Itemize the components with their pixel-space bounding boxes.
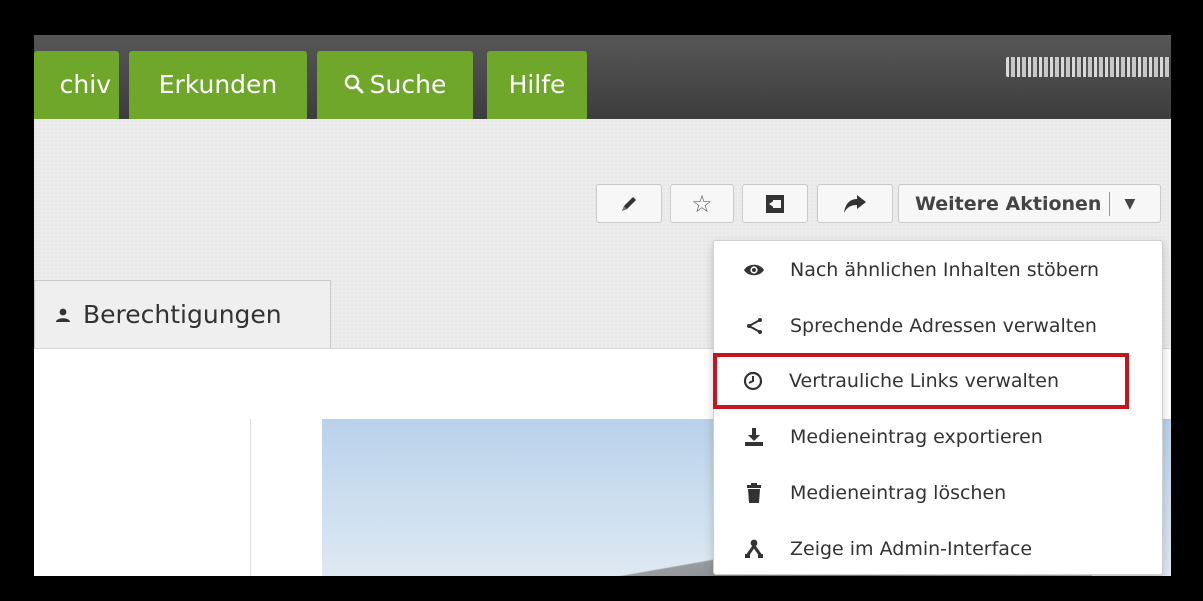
menu-item-manage-addresses[interactable]: Sprechende Adressen verwalten <box>714 298 1162 354</box>
more-actions-dropdown: Nach ähnlichen Inhalten stöbern Sprechen… <box>713 240 1163 575</box>
top-navigation-bar: chiv Erkunden Suche Hilfe <box>34 35 1171 119</box>
collection-icon <box>766 194 784 213</box>
tab-suche-label: Suche <box>369 70 447 99</box>
menu-item-label: Zeige im Admin-Interface <box>790 538 1033 560</box>
share-alt-icon <box>742 314 766 338</box>
tab-hilfe[interactable]: Hilfe <box>487 51 587 119</box>
chevron-down-icon: ▼ <box>1124 195 1136 212</box>
menu-item-label: Nach ähnlichen Inhalten stöbern <box>790 259 1100 281</box>
tab-archiv[interactable]: chiv <box>34 51 119 119</box>
clock-icon <box>741 369 765 393</box>
tab-permissions-label: Berechtigungen <box>83 300 282 329</box>
download-icon <box>742 425 766 449</box>
more-actions-button[interactable]: Weitere Aktionen ▼ <box>898 184 1161 223</box>
divider <box>250 419 251 576</box>
menu-item-export[interactable]: Medieneintrag exportieren <box>714 409 1162 465</box>
divider <box>1109 191 1111 216</box>
add-to-collection-button[interactable] <box>742 184 808 223</box>
user-menu[interactable] <box>1006 57 1171 77</box>
favorite-button[interactable]: ☆ <box>670 184 734 223</box>
tab-erkunden-label: Erkunden <box>158 70 278 99</box>
search-icon <box>344 74 364 94</box>
tab-hilfe-label: Hilfe <box>508 70 566 99</box>
menu-item-label: Medieneintrag exportieren <box>790 426 1043 448</box>
eye-icon <box>742 258 766 282</box>
user-icon <box>56 308 70 322</box>
menu-item-label: Sprechende Adressen verwalten <box>790 315 1097 337</box>
menu-item-browse-similar[interactable]: Nach ähnlichen Inhalten stöbern <box>714 242 1162 298</box>
edit-button[interactable] <box>596 184 662 223</box>
menu-item-delete[interactable]: Medieneintrag löschen <box>714 465 1162 521</box>
star-icon: ☆ <box>691 189 713 218</box>
tab-archiv-label: chiv <box>59 70 111 99</box>
menu-item-admin-interface[interactable]: Zeige im Admin-Interface <box>714 521 1162 576</box>
tab-erkunden[interactable]: Erkunden <box>129 51 307 119</box>
tab-permissions[interactable]: Berechtigungen <box>34 280 331 348</box>
menu-item-label: Medieneintrag löschen <box>790 482 1007 504</box>
share-button[interactable] <box>817 184 893 223</box>
share-icon <box>844 194 866 213</box>
sitemap-icon <box>742 537 766 561</box>
more-actions-label: Weitere Aktionen <box>915 192 1102 215</box>
menu-item-confidential-links[interactable]: Vertrauliche Links verwalten <box>713 353 1129 409</box>
menu-item-label: Vertrauliche Links verwalten <box>789 370 1059 392</box>
tab-suche[interactable]: Suche <box>317 51 473 119</box>
app-window: chiv Erkunden Suche Hilfe ☆ Weitere Akti… <box>34 35 1171 576</box>
trash-icon <box>742 481 766 505</box>
pencil-icon <box>622 196 636 211</box>
